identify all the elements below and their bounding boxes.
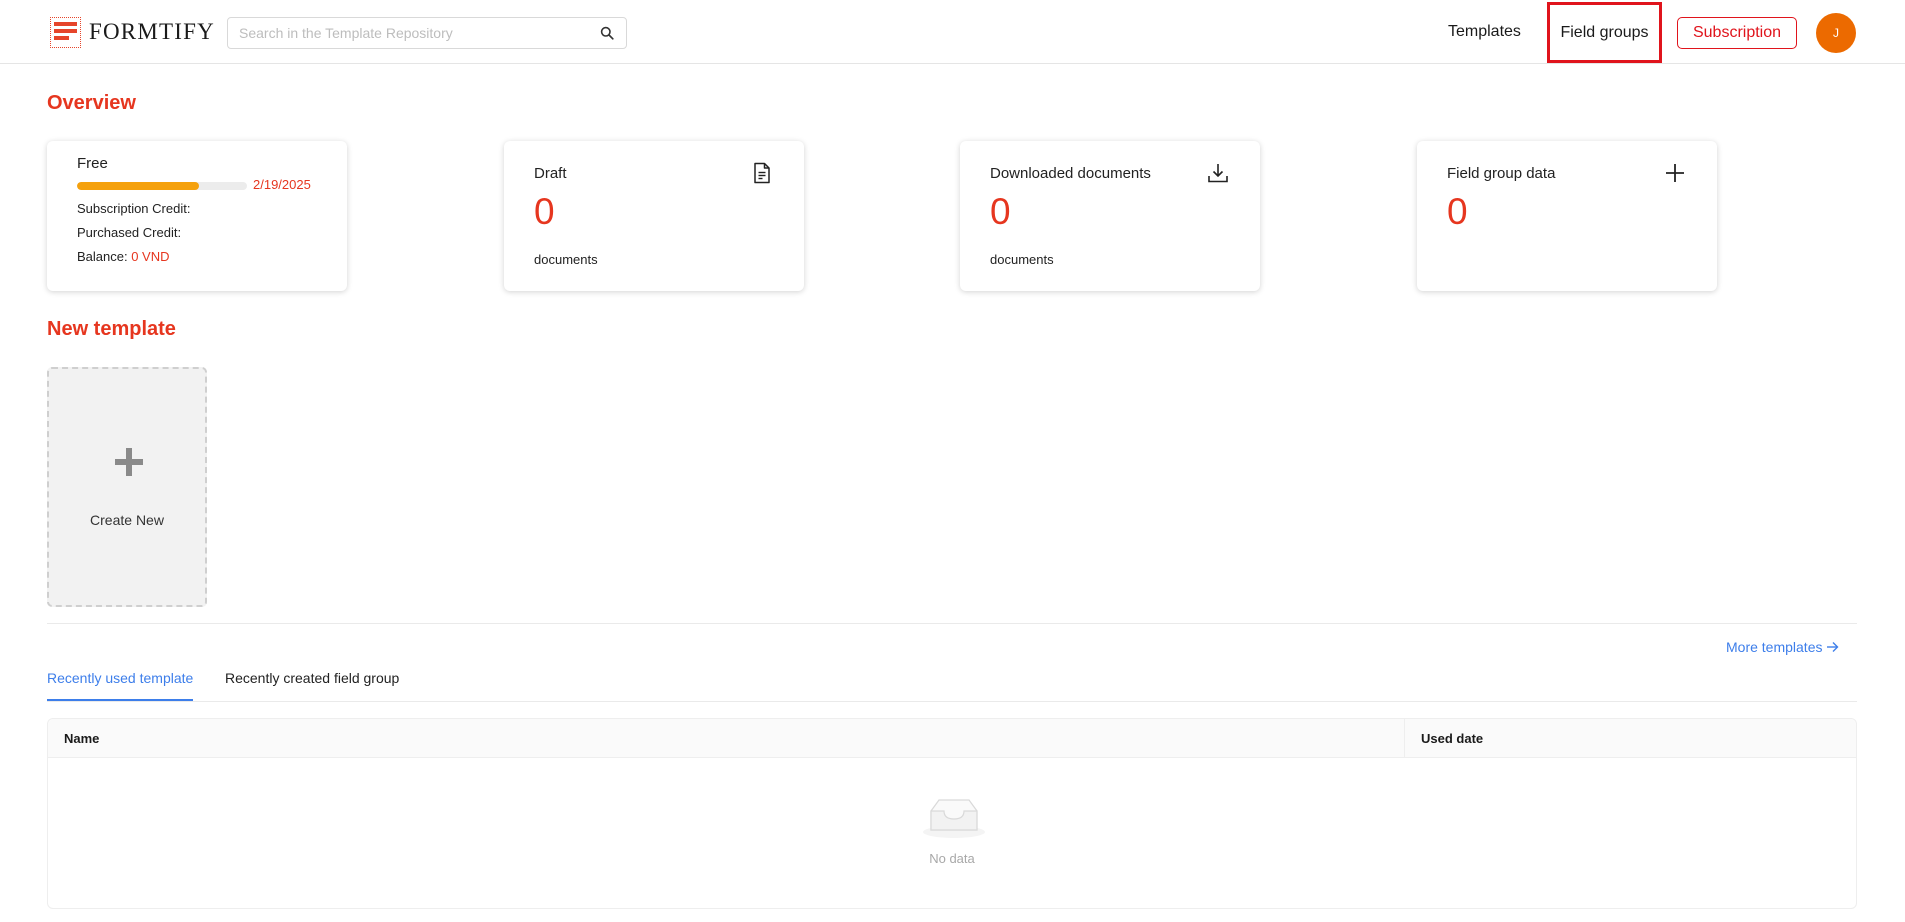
search-input[interactable] (228, 18, 588, 48)
balance-value: 0 VND (131, 249, 170, 264)
empty-inbox-icon (923, 799, 985, 838)
plan-name: Free (77, 155, 108, 172)
draft-unit: documents (534, 252, 598, 267)
arrow-right-icon (1827, 642, 1839, 652)
column-header-name[interactable]: Name (64, 731, 99, 746)
add-icon (115, 448, 143, 476)
balance-line: Balance: 0 VND (77, 249, 170, 264)
download-icon (1208, 164, 1228, 183)
document-icon (754, 162, 770, 184)
top-header: FORMTIFY Templates Field groups Subscrip… (0, 0, 1905, 64)
field-group-data-card[interactable]: Field group data 0 (1417, 141, 1717, 291)
draft-count: 0 (534, 191, 555, 232)
active-tab-indicator (47, 699, 193, 701)
column-header-used-date[interactable]: Used date (1421, 731, 1483, 746)
downloaded-count: 0 (990, 191, 1011, 232)
create-new-label: Create New (90, 512, 164, 528)
field-group-data-count: 0 (1447, 191, 1468, 232)
tabs-baseline (47, 701, 1857, 702)
tab-recently-used-template[interactable]: Recently used template (47, 670, 193, 702)
search-icon[interactable] (600, 26, 614, 40)
empty-state-text: No data (929, 851, 975, 866)
plan-progress-bar (77, 182, 247, 190)
plan-card: Free 2/19/2025 Subscription Credit: Purc… (47, 141, 347, 291)
balance-label: Balance: (77, 249, 128, 264)
plan-expiry-date: 2/19/2025 (253, 177, 311, 192)
draft-label: Draft (534, 165, 567, 182)
purchased-credit-label: Purchased Credit: (77, 225, 182, 240)
column-separator (1404, 719, 1405, 758)
downloaded-label: Downloaded documents (990, 165, 1151, 182)
subscription-credit-label: Subscription Credit: (77, 201, 191, 216)
avatar[interactable]: J (1816, 13, 1856, 53)
new-template-title: New template (47, 318, 176, 340)
template-search (227, 17, 627, 49)
recent-templates-table: Name Used date No data (47, 718, 1857, 909)
table-header: Name Used date (48, 719, 1856, 758)
logo-icon (50, 16, 81, 48)
create-new-template-button[interactable]: Create New (47, 367, 207, 607)
more-templates-label: More templates (1726, 639, 1823, 655)
logo-text: FORMTIFY (89, 19, 215, 44)
overview-title: Overview (47, 92, 136, 114)
tab-recently-created-field-group[interactable]: Recently created field group (225, 670, 399, 702)
field-group-data-label: Field group data (1447, 165, 1556, 182)
section-divider (47, 623, 1857, 624)
nav-templates[interactable]: Templates (1440, 20, 1529, 44)
downloaded-card[interactable]: Downloaded documents 0 documents (960, 141, 1260, 291)
more-templates-link[interactable]: More templates (1726, 639, 1839, 655)
plus-icon (1666, 164, 1684, 182)
subscription-button[interactable]: Subscription (1677, 17, 1797, 49)
downloaded-unit: documents (990, 252, 1054, 267)
formtify-logo[interactable]: FORMTIFY (50, 16, 215, 48)
draft-card[interactable]: Draft 0 documents (504, 141, 804, 291)
nav-field-groups[interactable]: Field groups (1547, 2, 1662, 63)
plan-progress-fill (77, 182, 200, 190)
